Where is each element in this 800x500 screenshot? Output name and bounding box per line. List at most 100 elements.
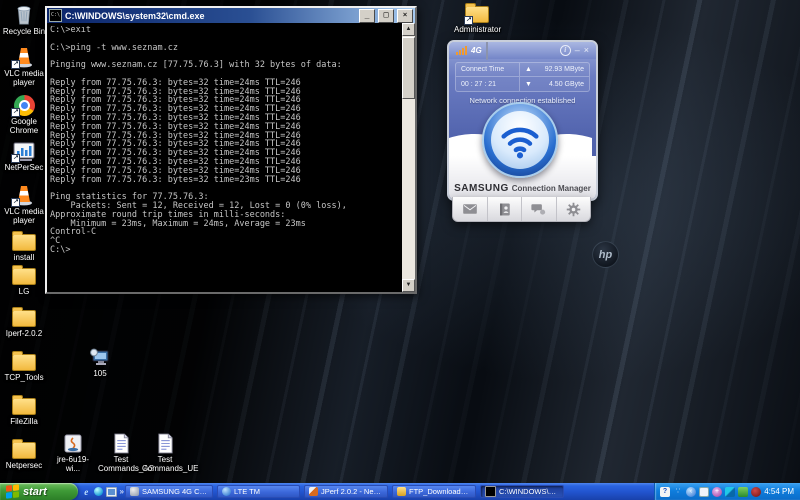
task-label: C:\WINDOWS\syste... bbox=[499, 487, 559, 496]
desktop-icon-filezilla[interactable]: FileZilla bbox=[1, 392, 47, 426]
remote-computer-icon bbox=[88, 344, 112, 368]
chart-window-icon: ↗ bbox=[12, 138, 36, 162]
uploaded-value: 92.93 MByte bbox=[545, 66, 584, 73]
taskbar: start e » SAMSUNG 4G Connec... LTE TM JP… bbox=[0, 483, 800, 500]
icon-label: Iperf-2.0.2 bbox=[6, 329, 42, 338]
shortcut-arrow-icon: ↗ bbox=[11, 60, 20, 69]
icon-label: Test Commands_UE bbox=[142, 455, 188, 473]
terminal-output[interactable]: C:\>exit C:\>ping -t www.seznam.cz Pingi… bbox=[50, 26, 399, 292]
app-name-text: Connection Manager bbox=[512, 184, 591, 193]
desktop: hp Recycle Bin ↗ VLC media player ↗ Goog… bbox=[0, 0, 800, 500]
desktop-icon-vlc[interactable]: ↗ VLC media player bbox=[1, 44, 47, 87]
icon-label: jre-6u19-wi... bbox=[50, 455, 96, 473]
desktop-icon-jre-installer[interactable]: jre-6u19-wi... bbox=[48, 430, 98, 473]
taskbar-task-ftp-download[interactable]: FTP_Download_2.5G... bbox=[392, 485, 476, 498]
connect-disconnect-button[interactable] bbox=[482, 102, 558, 178]
terminal-area[interactable]: C:\>exit C:\>ping -t www.seznam.cz Pingi… bbox=[47, 23, 415, 292]
phonebook-button[interactable] bbox=[488, 197, 523, 221]
pen-tablet-tray-icon[interactable] bbox=[725, 487, 735, 497]
desktop-icon-google-chrome[interactable]: ↗ Google Chrome bbox=[1, 92, 47, 135]
desktop-icon-administrator[interactable]: ↗ Administrator bbox=[450, 0, 504, 34]
folder-icon bbox=[12, 392, 36, 416]
ftp-task-icon bbox=[397, 487, 406, 496]
scrollbar-thumb[interactable] bbox=[402, 37, 415, 99]
start-button[interactable]: start bbox=[0, 483, 78, 500]
usb-device-tray-icon[interactable]: ∵ bbox=[673, 487, 683, 497]
netpersec-tray-icon[interactable]: + bbox=[712, 487, 722, 497]
connection-status-tray-icon[interactable] bbox=[699, 487, 709, 497]
info-icon[interactable]: i bbox=[560, 45, 571, 56]
folder-icon bbox=[12, 436, 36, 460]
desktop-icon-105[interactable]: 105 bbox=[78, 344, 122, 378]
messenger-orb-icon[interactable] bbox=[94, 486, 103, 497]
widget-toolbar bbox=[452, 197, 591, 222]
downloaded-value: 4.50 GByte bbox=[549, 81, 584, 88]
folder-shortcut-icon: ↗ bbox=[465, 0, 489, 24]
help-tray-icon[interactable]: ? bbox=[660, 487, 670, 497]
messages-button[interactable] bbox=[522, 197, 557, 221]
icon-label: FileZilla bbox=[10, 417, 38, 426]
close-button[interactable]: × bbox=[397, 9, 413, 23]
taskbar-clock[interactable]: 4:54 PM bbox=[764, 487, 800, 496]
icon-label: Recycle Bin bbox=[3, 27, 45, 36]
desktop-icon-vlc-2[interactable]: ↗ VLC media player bbox=[1, 182, 47, 225]
show-desktop-icon[interactable] bbox=[106, 486, 117, 497]
taskbar-task-lte-tm[interactable]: LTE TM bbox=[217, 485, 300, 498]
desktop-icon-iperf[interactable]: Iperf-2.0.2 bbox=[1, 304, 47, 338]
folder-icon bbox=[12, 228, 36, 252]
icon-label: Google Chrome bbox=[1, 117, 47, 135]
system-tray: ? ∵ ‹ + 4:54 PM bbox=[654, 483, 800, 500]
hide-icons-chevron-icon[interactable]: ‹ bbox=[686, 487, 696, 497]
quick-launch-chevron-icon[interactable]: » bbox=[120, 487, 124, 496]
taskbar-task-jperf[interactable]: JPerf 2.0.2 - Network... bbox=[304, 485, 388, 498]
task-label: FTP_Download_2.5G... bbox=[409, 487, 471, 496]
maximize-button[interactable]: □ bbox=[378, 9, 394, 23]
icon-label: VLC media player bbox=[1, 207, 47, 225]
quick-launch-bar: e » bbox=[82, 483, 124, 500]
hp-logo: hp bbox=[592, 241, 619, 268]
minimize-icon[interactable]: – bbox=[575, 46, 580, 55]
cmd-title-bar[interactable]: C:\ C:\WINDOWS\system32\cmd.exe _ □ × bbox=[47, 8, 415, 23]
cmd-icon: C:\ bbox=[49, 9, 62, 22]
widget-title-bar[interactable]: 4G i – × bbox=[449, 42, 596, 59]
desktop-icon-netpersec[interactable]: ↗ NetPerSec bbox=[1, 138, 47, 172]
brand-text: SAMSUNG bbox=[454, 183, 509, 194]
desktop-icon-install[interactable]: install bbox=[1, 228, 47, 262]
desktop-icon-test-commands-ue[interactable]: Test Commands_UE bbox=[142, 430, 188, 473]
sms-button[interactable] bbox=[453, 197, 488, 221]
chat-bubbles-icon bbox=[531, 202, 546, 217]
taskbar-task-samsung-cm[interactable]: SAMSUNG 4G Connec... bbox=[125, 485, 213, 498]
envelope-icon bbox=[462, 201, 478, 217]
taskbar-task-cmd[interactable]: C:\WINDOWS\syste... bbox=[480, 485, 564, 498]
chrome-icon: ↗ bbox=[12, 92, 36, 116]
windows-flag-icon bbox=[6, 484, 19, 498]
desktop-icon-recycle-bin[interactable]: Recycle Bin bbox=[1, 2, 47, 36]
scroll-up-arrow-icon[interactable]: ▲ bbox=[402, 23, 415, 36]
icon-label: 105 bbox=[93, 369, 106, 378]
text-document-icon bbox=[153, 430, 177, 454]
connect-time-value: 00 : 27 : 21 bbox=[456, 77, 520, 91]
network-monitor-tray-icon[interactable] bbox=[738, 487, 748, 497]
gear-icon bbox=[566, 202, 581, 217]
samsung-connection-manager-window: 4G i – × Connect Time ▲92.93 MByte 00 : … bbox=[447, 40, 598, 201]
close-icon[interactable]: × bbox=[584, 46, 589, 55]
desktop-icon-test-commands-as[interactable]: Test Commands_AS bbox=[98, 430, 144, 473]
internet-explorer-icon[interactable]: e bbox=[82, 486, 91, 497]
icon-label: NetPerSec bbox=[5, 163, 44, 172]
phonebook-icon bbox=[497, 202, 512, 217]
security-alert-tray-icon[interactable] bbox=[751, 487, 761, 497]
task-label: SAMSUNG 4G Connec... bbox=[142, 487, 208, 496]
desktop-icon-netpersec-folder[interactable]: Netpersec bbox=[1, 436, 47, 470]
window-title: C:\WINDOWS\system32\cmd.exe bbox=[65, 11, 356, 21]
scrollbar[interactable]: ▲ ▼ bbox=[402, 23, 415, 292]
wifi-icon bbox=[491, 111, 549, 169]
desktop-icon-tcp-tools[interactable]: TCP_Tools bbox=[1, 348, 47, 382]
shortcut-arrow-icon: ↗ bbox=[11, 154, 20, 163]
connection-stats-panel: Connect Time ▲92.93 MByte 00 : 27 : 21 ▼… bbox=[455, 62, 590, 92]
minimize-button[interactable]: _ bbox=[359, 9, 375, 23]
desktop-icon-lg[interactable]: LG bbox=[1, 262, 47, 296]
scroll-down-arrow-icon[interactable]: ▼ bbox=[402, 279, 415, 292]
settings-button[interactable] bbox=[557, 197, 591, 221]
samsung-cm-task-icon bbox=[130, 487, 139, 496]
folder-icon bbox=[12, 262, 36, 286]
